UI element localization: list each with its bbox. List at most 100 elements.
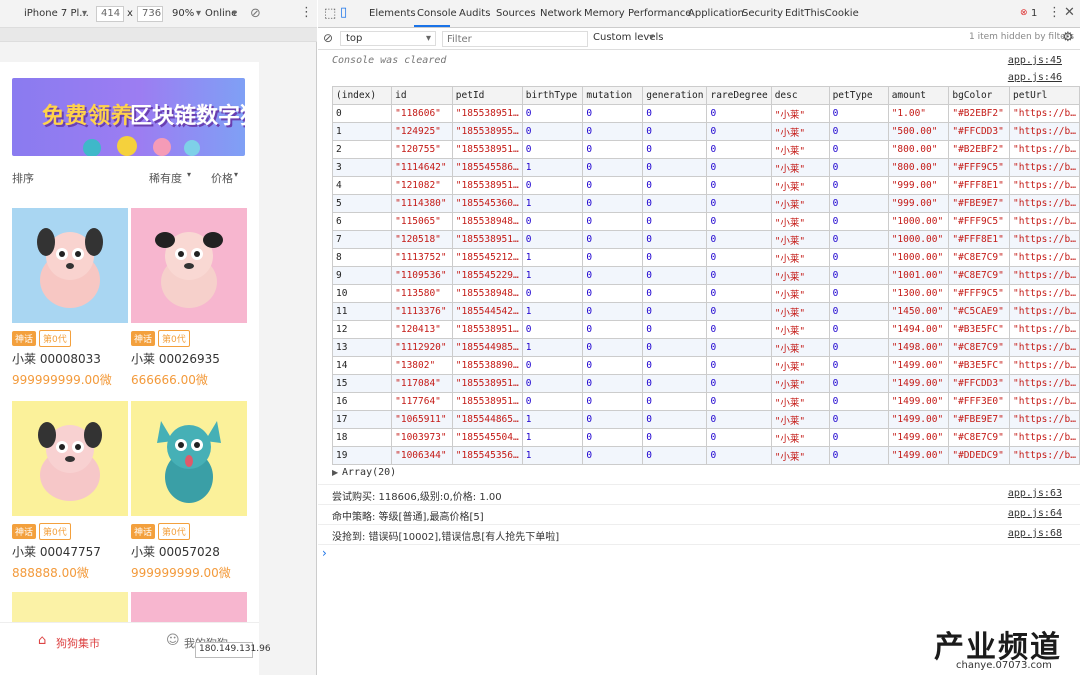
table-cell: 12	[331, 320, 393, 339]
table-cell: 0	[828, 176, 889, 195]
tab-memory[interactable]: Memory	[584, 8, 625, 19]
device-toggle-icon[interactable]: ▯	[340, 5, 347, 20]
source-link[interactable]: app.js:46	[1008, 72, 1062, 83]
table-cell: 0	[642, 266, 708, 285]
table-cell: "https://b…	[1009, 140, 1080, 159]
table-cell: "https://b…	[1009, 428, 1080, 447]
table-cell: 0	[828, 248, 889, 267]
table-cell: 16	[331, 392, 393, 411]
table-cell: "185538948…	[451, 212, 523, 231]
table-cell: "#C8E7C9"	[948, 338, 1011, 357]
table-cell: "小莱"	[770, 302, 830, 321]
table-cell: "1499.00"	[887, 428, 950, 447]
rotate-icon[interactable]: ⊘	[250, 6, 261, 21]
generation-tag: 第0代	[39, 330, 71, 347]
tab-elements[interactable]: Elements	[369, 8, 416, 19]
column-header[interactable]: petId	[451, 86, 523, 105]
sort-price[interactable]: 价格	[211, 170, 233, 186]
settings-gear-icon[interactable]: ⚙	[1062, 30, 1074, 45]
table-cell: "1499.00"	[887, 356, 950, 375]
table-cell: "小莱"	[770, 284, 830, 303]
array-summary[interactable]: ▶ Array(20)	[318, 467, 1080, 483]
console-cleared-line: Console was cleared app.js:45	[318, 55, 1080, 69]
table-cell: "1494.00"	[887, 320, 950, 339]
tab-application[interactable]: Application	[688, 8, 744, 19]
table-cell: "#FFF9C5"	[948, 158, 1011, 177]
divider	[318, 504, 1080, 505]
table-cell: 0	[828, 284, 889, 303]
table-cell: 0	[706, 140, 772, 159]
height-input[interactable]: 736	[137, 6, 163, 22]
table-cell: 0	[828, 374, 889, 393]
pet-card-partial[interactable]	[131, 592, 247, 622]
chevron-down-icon: ▾	[187, 170, 192, 179]
table-cell: 0	[706, 428, 772, 447]
pet-card-partial[interactable]	[12, 592, 128, 622]
nav-market[interactable]: 狗狗集市	[56, 635, 100, 651]
column-header[interactable]: (index)	[331, 86, 393, 105]
more-options-icon[interactable]: ⋮	[300, 5, 313, 20]
table-row: 13 "1112920" "185544985… 1 0 0 0 "小莱" 0 "1498.00"…	[331, 338, 1080, 357]
column-header[interactable]: birthType	[521, 86, 584, 105]
table-cell: "https://b…	[1009, 374, 1080, 393]
table-cell: 0	[582, 158, 644, 177]
table-cell: "小莱"	[770, 230, 830, 249]
column-header[interactable]: petUrl	[1009, 86, 1080, 105]
inspect-icon[interactable]: ⬚	[324, 6, 336, 21]
source-link[interactable]: app.js:64	[1008, 508, 1062, 519]
tab-network[interactable]: Network	[540, 8, 582, 19]
column-header[interactable]: id	[391, 86, 453, 105]
error-icon[interactable]: ⊗	[1020, 8, 1028, 18]
source-link[interactable]: app.js:45	[1008, 55, 1062, 66]
sort-label: 排序	[12, 172, 34, 185]
context-select[interactable]: top ▾	[340, 31, 436, 46]
column-header[interactable]: desc	[770, 86, 830, 105]
column-header[interactable]: rareDegree	[706, 86, 772, 105]
tab-editthiscookie[interactable]: EditThisCookie	[785, 8, 859, 19]
source-link[interactable]: app.js:68	[1008, 528, 1062, 539]
sort-rarity[interactable]: 稀有度	[149, 170, 182, 186]
table-cell: "185545504…	[451, 428, 523, 447]
table-cell: 2	[331, 140, 393, 159]
table-cell: "117084"	[391, 374, 453, 393]
table-cell: 1	[331, 122, 393, 141]
console-prompt[interactable]: ›	[322, 546, 327, 560]
filter-input[interactable]	[442, 31, 588, 47]
table-cell: 4	[331, 176, 393, 195]
clear-console-icon[interactable]: ⊘	[323, 31, 333, 45]
console-prompt-line[interactable]: ›	[318, 546, 1080, 562]
tab-console[interactable]: Console	[417, 8, 457, 19]
source-link[interactable]: app.js:63	[1008, 488, 1062, 499]
times-sign: x	[127, 8, 133, 19]
tab-sources[interactable]: Sources	[496, 8, 536, 19]
table-cell: 0	[828, 356, 889, 375]
error-count[interactable]: 1	[1031, 8, 1037, 19]
table-cell: 0	[828, 410, 889, 429]
column-header[interactable]: petType	[828, 86, 889, 105]
active-tab-indicator	[414, 25, 450, 27]
table-cell: "小莱"	[770, 446, 830, 465]
zoom-select[interactable]: 90%	[172, 8, 194, 19]
table-cell: 0	[582, 266, 644, 285]
table-cell: 11	[331, 302, 393, 321]
table-cell: "#DDEDC9"	[948, 446, 1011, 465]
table-cell: 0	[521, 176, 584, 195]
tab-security[interactable]: Security	[742, 8, 783, 19]
width-input[interactable]: 414	[96, 6, 124, 22]
table-cell: 0	[828, 230, 889, 249]
expand-arrow-icon[interactable]: ▶	[332, 468, 338, 477]
table-cell: "https://b…	[1009, 392, 1080, 411]
tab-performance[interactable]: Performance	[628, 8, 691, 19]
column-header[interactable]: mutation	[582, 86, 644, 105]
tab-audits[interactable]: Audits	[459, 8, 490, 19]
table-cell: 1	[521, 302, 584, 321]
array-label: Array(20)	[342, 467, 397, 478]
device-select[interactable]: iPhone 7 Pl...	[24, 8, 89, 19]
column-header[interactable]: bgColor	[948, 86, 1011, 105]
close-icon[interactable]: ✕	[1064, 5, 1075, 20]
dog-icon	[38, 422, 102, 501]
more-options-icon[interactable]: ⋮	[1048, 5, 1061, 20]
promo-banner[interactable]: 免费领养 区块链数字狗	[12, 78, 245, 156]
column-header[interactable]: amount	[887, 86, 950, 105]
column-header[interactable]: generation	[642, 86, 708, 105]
